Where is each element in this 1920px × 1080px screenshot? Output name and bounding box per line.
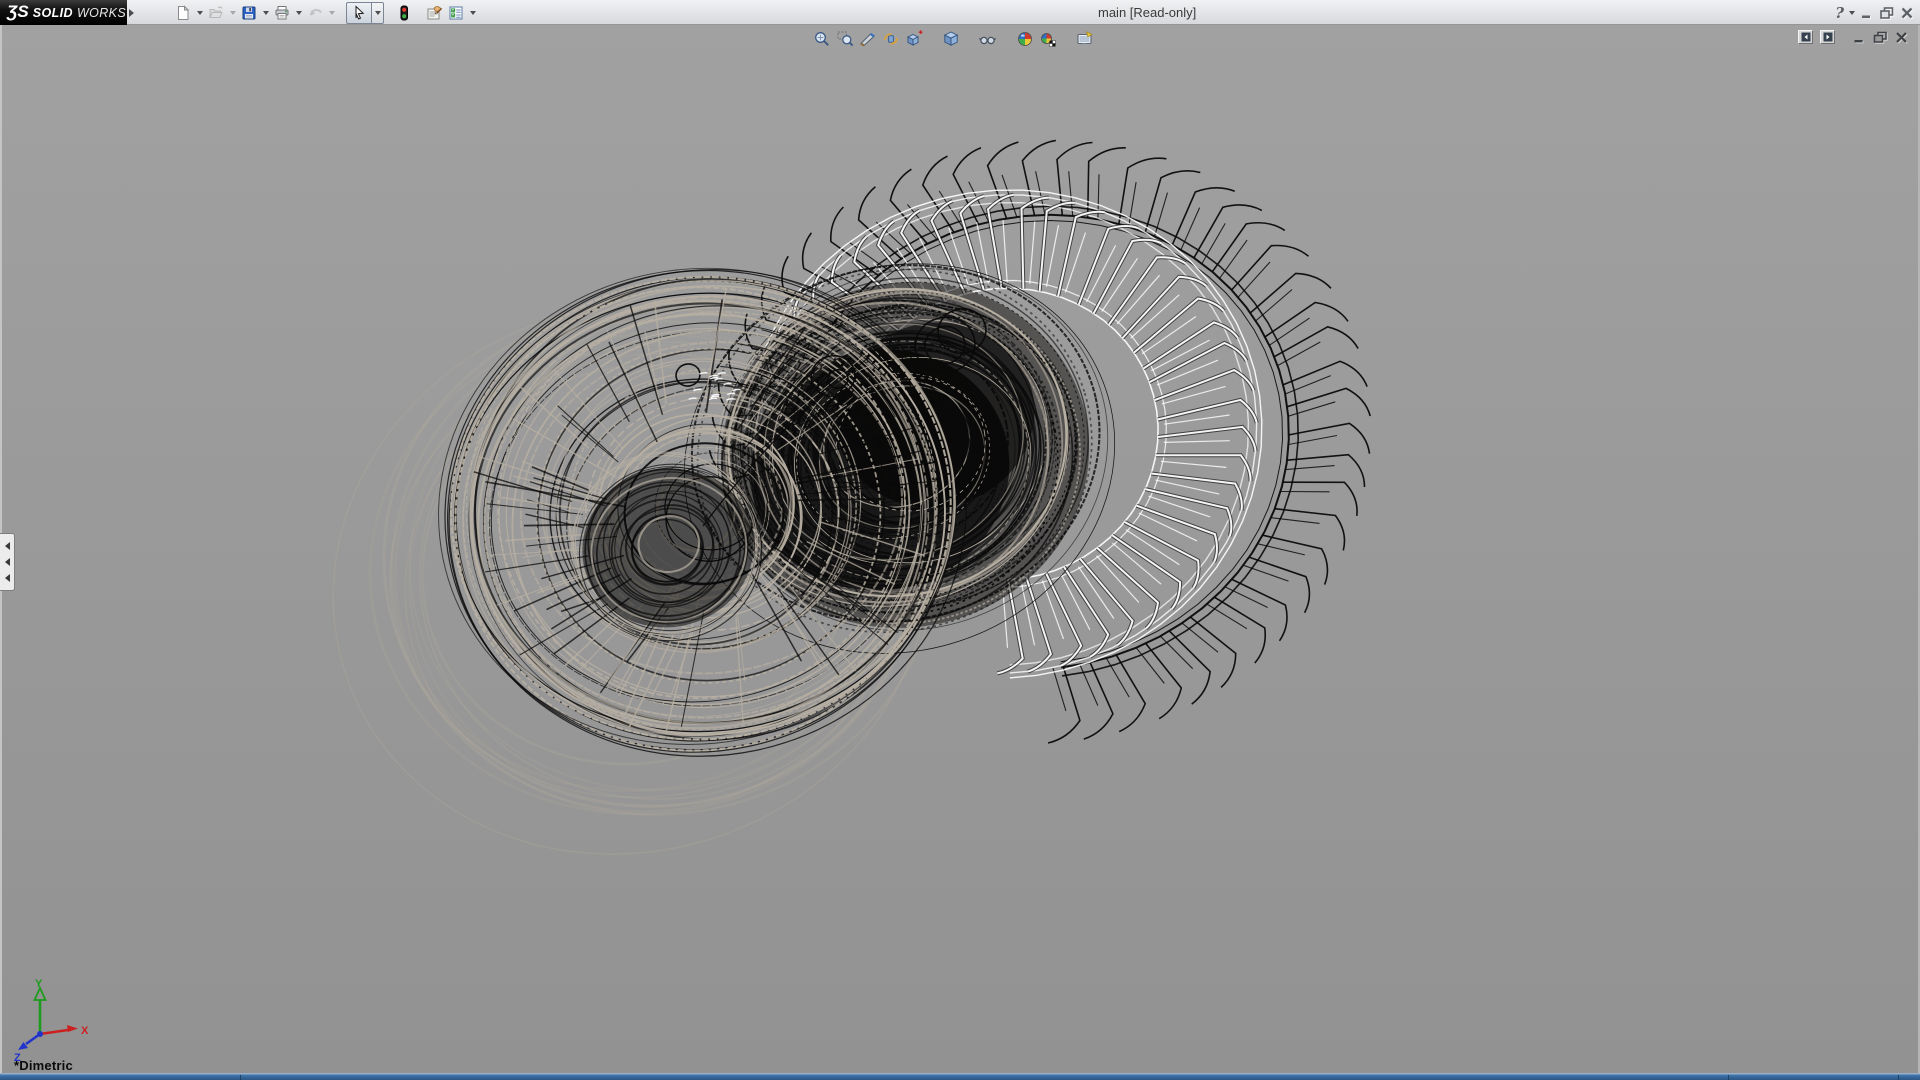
- expand-left-icon: [1, 558, 10, 566]
- document-window-controls: [1798, 30, 1908, 44]
- minimize-document-icon: [1853, 31, 1866, 44]
- open-folder-icon: [208, 5, 224, 21]
- new-document-icon: [175, 5, 191, 21]
- statusbar-strip: [0, 1073, 1920, 1080]
- close-document-icon: [1895, 31, 1908, 44]
- appearance-ball-icon: [1016, 30, 1034, 48]
- apply-scene-icon: [1039, 30, 1057, 48]
- help-button[interactable]: ?: [1835, 2, 1844, 24]
- zoom-to-fit-button[interactable]: [810, 29, 833, 49]
- next-window-icon: [1823, 32, 1833, 42]
- statusbar-separator: [240, 1075, 241, 1080]
- standard-toolbar: [172, 1, 478, 24]
- previous-window-icon: [1801, 32, 1811, 42]
- restore-document-icon: [1873, 31, 1888, 44]
- select-cursor-icon: [351, 5, 367, 21]
- undo-icon: [307, 5, 323, 21]
- options-button[interactable]: [445, 2, 467, 24]
- edit-appearance-button[interactable]: [1013, 29, 1036, 49]
- close-button[interactable]: [1900, 2, 1914, 24]
- triad-z-label: Z: [14, 1052, 21, 1062]
- print-dropdown[interactable]: [293, 2, 304, 24]
- stoplight-button[interactable]: [393, 2, 415, 24]
- undo-button[interactable]: [304, 2, 326, 24]
- section-view-button[interactable]: [856, 29, 879, 49]
- minimize-document-button[interactable]: [1853, 31, 1866, 44]
- new-document-dropdown[interactable]: [194, 2, 205, 24]
- zoom-to-fit-icon: [813, 30, 831, 48]
- stoplight-icon: [396, 5, 412, 21]
- zoom-to-area-button[interactable]: [833, 29, 856, 49]
- view-orientation-icon: [905, 30, 923, 48]
- minimize-button[interactable]: [1860, 2, 1874, 24]
- menu-expand-arrow[interactable]: [129, 5, 141, 20]
- options-checklist-icon: [448, 5, 464, 21]
- select-tool-dropdown[interactable]: [371, 2, 384, 24]
- select-tool-button[interactable]: [346, 2, 371, 24]
- triad-x-label: X: [81, 1025, 89, 1037]
- statusbar-separator: [1728, 1075, 1729, 1080]
- close-document-button[interactable]: [1895, 31, 1908, 44]
- view-orientation-button[interactable]: [902, 29, 925, 49]
- print-icon: [274, 5, 290, 21]
- sketch-note-button[interactable]: [423, 2, 445, 24]
- reference-triad: Y X Z: [6, 978, 96, 1062]
- titlebar: ƷS SOLID WORKS: [0, 0, 1920, 25]
- feature-manager-collapsed-tab[interactable]: [0, 533, 15, 591]
- display-style-icon: [942, 30, 960, 48]
- next-window-button[interactable]: [1820, 30, 1835, 44]
- close-icon: [1900, 6, 1914, 20]
- rotate-view-button[interactable]: [879, 29, 902, 49]
- new-document-button[interactable]: [172, 2, 194, 24]
- previous-window-button[interactable]: [1798, 30, 1813, 44]
- engine-wireframe: [0, 25, 1920, 1080]
- window-title: main [Read-only]: [1098, 5, 1196, 20]
- window-controls: ?: [1835, 0, 1914, 25]
- expand-left-icon: [1, 574, 10, 582]
- save-dropdown[interactable]: [260, 2, 271, 24]
- print-button[interactable]: [271, 2, 293, 24]
- display-style-button[interactable]: [939, 29, 962, 49]
- headsup-view-toolbar: [810, 29, 1096, 49]
- eyeglasses-icon: [978, 30, 997, 48]
- undo-dropdown[interactable]: [326, 2, 337, 24]
- rotate-view-icon: [882, 30, 900, 48]
- minimize-icon: [1860, 6, 1874, 20]
- sketch-note-icon: [426, 5, 443, 21]
- view-settings-button[interactable]: [1073, 29, 1096, 49]
- open-document-dropdown[interactable]: [227, 2, 238, 24]
- select-tool-group: [346, 2, 384, 24]
- restore-document-button[interactable]: [1873, 31, 1888, 44]
- restore-icon: [1879, 6, 1895, 20]
- options-dropdown[interactable]: [467, 2, 478, 24]
- hide-show-items-button[interactable]: [976, 29, 999, 49]
- flyout-arrow-icon: [129, 9, 138, 17]
- view-settings-icon: [1076, 30, 1094, 48]
- zoom-to-area-icon: [836, 30, 854, 48]
- restore-button[interactable]: [1879, 2, 1895, 24]
- help-dropdown[interactable]: [1849, 2, 1855, 24]
- brand-text-works: WORKS: [77, 6, 126, 20]
- help-dropdown-icon: [1849, 11, 1855, 18]
- expand-left-icon: [1, 542, 10, 550]
- apply-scene-button[interactable]: [1036, 29, 1059, 49]
- section-view-icon: [859, 30, 877, 48]
- save-button[interactable]: [238, 2, 260, 24]
- open-document-button[interactable]: [205, 2, 227, 24]
- solidworks-logo-mark: ƷS: [7, 3, 29, 20]
- statusbar-separator: [1898, 1075, 1899, 1080]
- save-icon: [241, 5, 257, 21]
- brand-text-solid: SOLID: [33, 6, 73, 20]
- solidworks-logo[interactable]: ƷS SOLID WORKS: [0, 0, 127, 25]
- triad-y-label: Y: [35, 978, 43, 990]
